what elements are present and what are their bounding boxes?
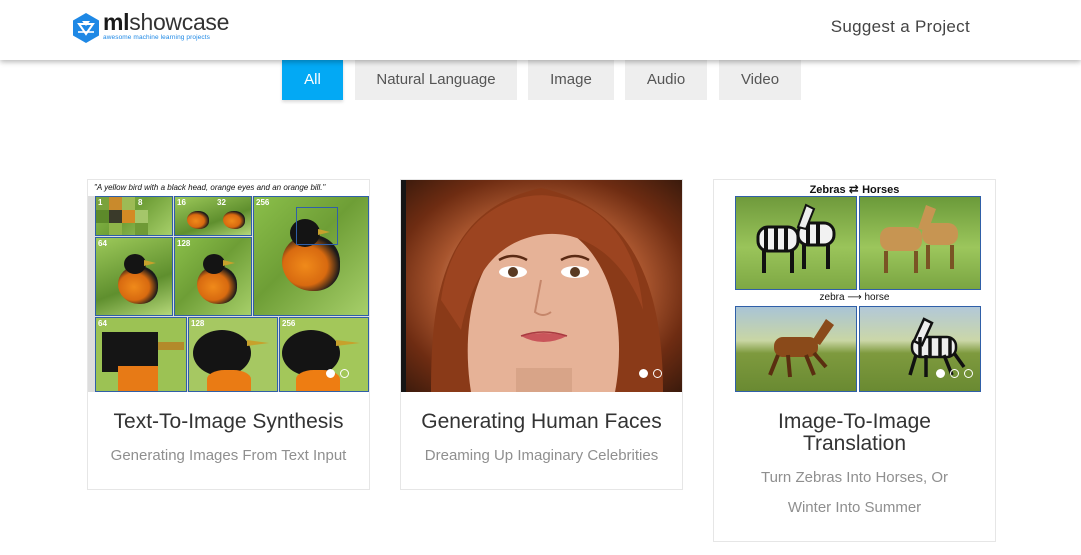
carousel-dot[interactable] [936, 369, 945, 378]
logo-text: showcase [129, 9, 230, 35]
category-filters: All Natural Language Image Audio Video [0, 60, 1081, 100]
swap-arrows-icon: ⇄ [848, 182, 863, 196]
stage-tile: 128 [188, 317, 278, 392]
logo-bold-text: ml [103, 9, 130, 35]
mid-label-left: zebra [819, 292, 845, 303]
zebra-running-photo [859, 306, 981, 392]
carousel-dots [326, 369, 349, 378]
card-title: Generating Human Faces [421, 410, 662, 433]
mid-label-right: horse [864, 292, 890, 303]
carousel-dots [936, 369, 973, 378]
card-title: Image-To-Image Translation [778, 410, 931, 455]
filter-audio-button[interactable]: Audio [625, 60, 707, 100]
stage-tile: 256 [253, 196, 369, 316]
card-image-carousel[interactable]: "A yellow bird with a black head, orange… [88, 180, 369, 392]
project-card-image-translation[interactable]: Zebras ⇄ Horses zebra ⟶ horse Image-To-I… [713, 179, 996, 542]
top-label-right: Horses [862, 184, 900, 196]
carousel-dots [639, 369, 662, 378]
card-subtitle: Dreaming Up Imaginary Celebrities [424, 447, 659, 464]
stage-tile: 256 [279, 317, 369, 392]
filter-all-button[interactable]: All [282, 60, 343, 100]
right-arrow-icon: ⟶ [847, 292, 865, 303]
card-title: Text-To-Image Synthesis [113, 410, 344, 433]
project-card-human-faces[interactable]: Generating Human Faces Dreaming Up Imagi… [400, 179, 683, 490]
stage-tile: 64 [95, 237, 173, 316]
card-subtitle: Generating Images From Text Input [110, 447, 347, 464]
project-card-text-to-image[interactable]: "A yellow bird with a black head, orange… [87, 179, 370, 490]
horse-photo [859, 196, 981, 290]
carousel-dot[interactable] [964, 369, 973, 378]
top-navbar: mlshowcase awesome machine learning proj… [0, 0, 1081, 60]
logo-hexagon-icon [73, 13, 99, 43]
carousel-dot[interactable] [950, 369, 959, 378]
carousel-dot[interactable] [639, 369, 648, 378]
face-portrait [401, 180, 663, 392]
logo-tagline: awesome machine learning projects [103, 34, 210, 41]
carousel-dot[interactable] [653, 369, 662, 378]
zebra-photo [735, 196, 857, 290]
stage-tile: 1 8 [95, 196, 173, 236]
suggest-project-link[interactable]: Suggest a Project [831, 17, 970, 37]
card-subtitle: Turn Zebras Into Horses, Or Winter Into … [760, 469, 948, 516]
carousel-dot[interactable] [340, 369, 349, 378]
stage-tile: 64 [95, 317, 187, 392]
site-logo[interactable]: mlshowcase awesome machine learning proj… [71, 9, 230, 44]
filter-video-button[interactable]: Video [719, 60, 801, 100]
image-caption: "A yellow bird with a black head, orange… [88, 180, 369, 196]
stage-tile: 16 32 [174, 196, 252, 236]
stage-tile: 128 [174, 237, 252, 316]
card-image-carousel[interactable]: Zebras ⇄ Horses zebra ⟶ horse [714, 180, 995, 392]
carousel-dot[interactable] [326, 369, 335, 378]
filter-image-button[interactable]: Image [528, 60, 614, 100]
horse-running-photo [735, 306, 857, 392]
card-image-carousel[interactable] [401, 180, 682, 392]
top-label-left: Zebras [809, 184, 846, 196]
filter-natural-language-button[interactable]: Natural Language [355, 60, 517, 100]
